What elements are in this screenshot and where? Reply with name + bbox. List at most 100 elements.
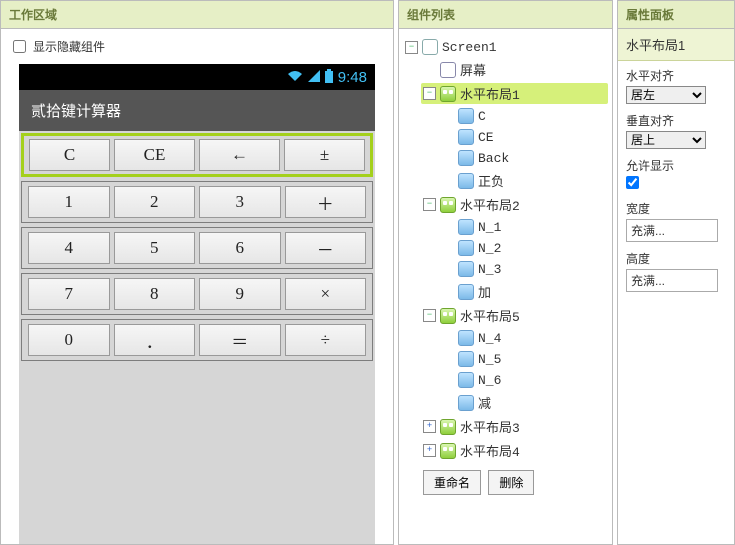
tree-node-label: 减: [478, 393, 491, 412]
width-value[interactable]: 充满...: [626, 219, 718, 242]
calc-row[interactable]: CCE←±: [21, 133, 373, 177]
phone-app-title: 贰拾键计算器: [19, 90, 375, 131]
halign-label: 水平对齐: [626, 67, 726, 84]
tree-node[interactable]: 减: [439, 392, 608, 413]
valign-label: 垂直对齐: [626, 112, 726, 129]
visible-checkbox[interactable]: [626, 176, 639, 189]
tree-node[interactable]: +水平布局3: [421, 416, 608, 437]
calc-button[interactable]: 7: [28, 278, 110, 310]
tree-node[interactable]: − 水平布局1: [421, 83, 608, 104]
show-hidden-toggle[interactable]: 显示隐藏组件: [9, 37, 385, 56]
calc-button[interactable]: ＋: [285, 186, 367, 218]
tree-node[interactable]: − 水平布局5: [421, 305, 608, 326]
calc-button[interactable]: ＝: [199, 324, 281, 356]
collapse-icon[interactable]: −: [423, 309, 436, 322]
tree-node-label: C: [478, 109, 486, 124]
height-value[interactable]: 充满...: [626, 269, 718, 292]
comp-icon: [458, 261, 474, 277]
phone-empty-area: [19, 373, 375, 544]
comp-icon: [458, 351, 474, 367]
tree-node[interactable]: 加: [439, 281, 608, 302]
expand-icon[interactable]: +: [423, 420, 436, 433]
tree-node[interactable]: Back: [439, 149, 608, 167]
calc-button[interactable]: 5: [114, 232, 196, 264]
tree-node-label: 水平布局5: [460, 306, 520, 325]
calc-row[interactable]: 123＋: [21, 181, 373, 223]
calc-button[interactable]: ÷: [285, 324, 367, 356]
halign-select[interactable]: 居左: [626, 86, 706, 104]
expand-icon[interactable]: +: [423, 444, 436, 457]
calculator-area: CCE←±123＋456－789×0．＝÷: [19, 131, 375, 373]
comp-icon: [458, 219, 474, 235]
screen-icon: [422, 39, 438, 55]
comp-icon: [458, 173, 474, 189]
rename-button[interactable]: 重命名: [423, 470, 481, 495]
calc-button[interactable]: ←: [199, 139, 280, 171]
layout-icon: [440, 419, 456, 435]
tree-node[interactable]: N_6: [439, 371, 608, 389]
calc-button[interactable]: 2: [114, 186, 196, 218]
component-tree[interactable]: −Screen1 屏幕 − 水平布局1 C CE Back 正负 −水平布局2 N_1 N_2 N_3…: [403, 38, 608, 461]
calc-row[interactable]: 0．＝÷: [21, 319, 373, 361]
tree-node[interactable]: + 水平布局4: [421, 440, 608, 461]
workspace-panel: 工作区域 显示隐藏组件 9:48: [0, 0, 394, 545]
calc-row[interactable]: 789×: [21, 273, 373, 315]
properties-title: 属性面板: [618, 1, 734, 29]
tree-node[interactable]: N_1: [439, 218, 608, 236]
height-label: 高度: [626, 250, 726, 267]
comp-icon: [458, 108, 474, 124]
collapse-icon[interactable]: −: [423, 87, 436, 100]
width-label: 宽度: [626, 200, 726, 217]
tree-node[interactable]: N_4: [439, 329, 608, 347]
battery-icon: [325, 69, 333, 86]
tree-node[interactable]: −水平布局2: [421, 194, 608, 215]
comp-icon: [458, 129, 474, 145]
phone-preview: 9:48 贰拾键计算器 CCE←±123＋456－789×0．＝÷: [19, 64, 375, 544]
calc-button[interactable]: －: [285, 232, 367, 264]
calc-button[interactable]: ±: [284, 139, 365, 171]
valign-select[interactable]: 居上: [626, 131, 706, 149]
calc-button[interactable]: 6: [199, 232, 281, 264]
components-title: 组件列表: [399, 1, 612, 29]
collapse-icon[interactable]: −: [405, 41, 418, 54]
delete-button[interactable]: 删除: [488, 470, 534, 495]
calc-button[interactable]: 1: [28, 186, 110, 218]
calc-button[interactable]: 8: [114, 278, 196, 310]
tree-node-label: 水平布局1: [460, 84, 520, 103]
tree-node[interactable]: CE: [439, 128, 608, 146]
tree-node-label: N_2: [478, 241, 501, 256]
tree-node[interactable]: C: [439, 107, 608, 125]
comp-icon: [458, 150, 474, 166]
comp-icon: [458, 372, 474, 388]
calc-button[interactable]: 3: [199, 186, 281, 218]
wifi-icon: [287, 70, 303, 85]
tree-node-label: CE: [478, 130, 494, 145]
calc-button[interactable]: 4: [28, 232, 110, 264]
calc-button[interactable]: 9: [199, 278, 281, 310]
tree-node-label: 屏幕: [460, 60, 486, 79]
tree-node[interactable]: N_2: [439, 239, 608, 257]
layout-icon: [440, 443, 456, 459]
calc-button[interactable]: C: [29, 139, 110, 171]
visible-label: 允许显示: [626, 157, 726, 174]
tree-node-label: 正负: [478, 171, 504, 190]
tree-node[interactable]: 屏幕: [421, 59, 608, 80]
calc-button[interactable]: CE: [114, 139, 195, 171]
comp-icon: [458, 240, 474, 256]
collapse-icon[interactable]: −: [423, 198, 436, 211]
tree-node[interactable]: 正负: [439, 170, 608, 191]
tree-node-label: N_6: [478, 373, 501, 388]
calc-button[interactable]: ．: [114, 324, 196, 356]
tree-node[interactable]: N_5: [439, 350, 608, 368]
calc-button[interactable]: ×: [285, 278, 367, 310]
properties-panel: 属性面板 水平布局1 水平对齐 居左 垂直对齐 居上 允许显示: [617, 0, 735, 545]
tree-node[interactable]: −Screen1: [403, 38, 608, 56]
calc-button[interactable]: 0: [28, 324, 110, 356]
comp-icon: [458, 284, 474, 300]
calc-row[interactable]: 456－: [21, 227, 373, 269]
tree-node-label: 水平布局4: [460, 441, 520, 460]
components-panel: 组件列表 −Screen1 屏幕 − 水平布局1 C CE Back 正负 −水平布局2 N_1 N…: [398, 0, 613, 545]
tree-node[interactable]: N_3: [439, 260, 608, 278]
tree-node-label: N_4: [478, 331, 501, 346]
show-hidden-checkbox[interactable]: [13, 40, 26, 53]
